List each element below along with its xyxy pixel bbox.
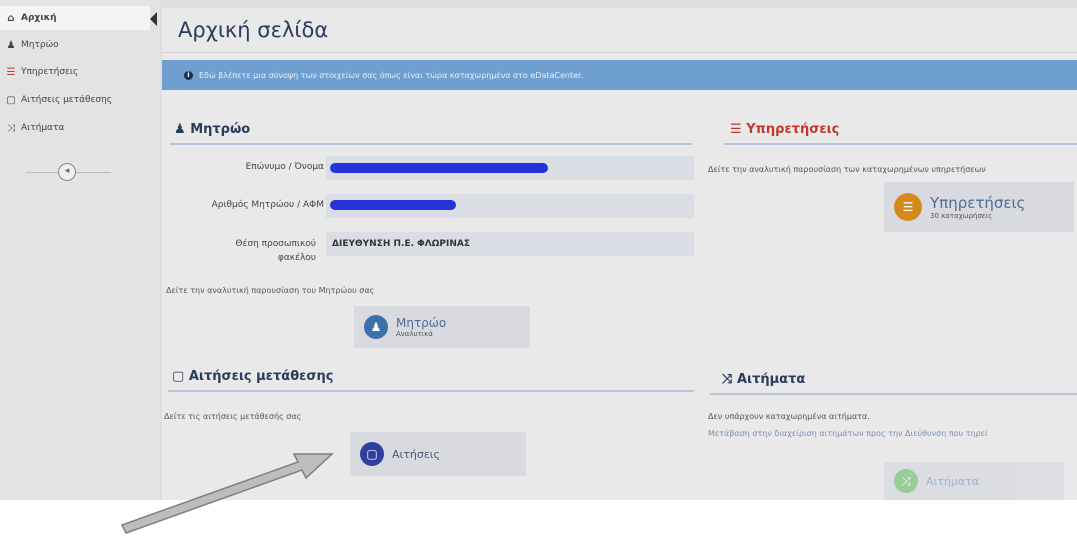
shuffle-icon: ⤨ — [722, 372, 733, 387]
requests-manage-link[interactable]: Μετάβαση στην διαχείριση αιτημάτων προς … — [708, 429, 1077, 438]
list-icon: ☰ — [730, 122, 742, 137]
divider — [168, 390, 694, 392]
divider — [170, 143, 692, 145]
divider — [724, 143, 1077, 145]
services-details-button[interactable]: ☰ Υπηρετήσεις 30 καταχωρήσεις — [884, 182, 1074, 232]
redaction-mark — [330, 200, 456, 210]
file-icon: ▢ — [172, 369, 185, 384]
sidebar-item-label: Αρχική — [21, 13, 57, 23]
sidebar-item-label: Υπηρετήσεις — [21, 67, 79, 77]
tile-label: Μητρώο — [396, 316, 447, 330]
home-icon: ⌂ — [7, 12, 15, 24]
sidebar-item-requests[interactable]: ⤨ Αιτήματα — [0, 116, 150, 140]
services-description: Δείτε την αναλυτική παρουσίαση των καταχ… — [708, 165, 986, 174]
requests-title-text: Αιτήματα — [736, 372, 806, 387]
user-icon: ♟ — [364, 315, 388, 339]
tile-label: Αιτήματα — [926, 474, 979, 488]
info-alert: i Εδώ βλέπετε μια σύνοψη των στοιχείων σ… — [162, 60, 1077, 90]
transfers-applications-button[interactable]: ▢ Αιτήσεις — [350, 432, 526, 476]
user-icon: ♟ — [174, 122, 186, 137]
sidebar-item-home[interactable]: ⌂ Αρχική — [0, 6, 150, 30]
tile-sublabel: 30 καταχωρήσεις — [930, 212, 993, 220]
page-title: Αρχική σελίδα — [178, 18, 329, 42]
registry-details-button[interactable]: ♟ Μητρώο Αναλυτικά — [354, 306, 530, 348]
sidebar-item-registry[interactable]: ♟ Μητρώο — [0, 33, 150, 57]
sidebar-item-label: Αιτήσεις μετάθεσης — [21, 95, 113, 105]
divider — [162, 52, 1077, 53]
redaction-mark — [330, 163, 548, 173]
services-title-text: Υπηρετήσεις — [746, 122, 840, 137]
screen: ⌂ Αρχική ♟ Μητρώο ☰ Υπηρετήσεις ▢ Αιτήσε… — [0, 0, 1077, 500]
transfers-description: Δείτε τις αιτήσεις μετάθεσής σας — [164, 412, 302, 421]
field-label: Θέση προσωπικού φακέλου — [235, 239, 316, 263]
file-icon: ▢ — [6, 94, 16, 106]
services-panel-title: ☰ Υπηρετήσεις — [730, 122, 839, 137]
tile-label: Αιτήσεις — [392, 447, 440, 461]
info-icon: i — [184, 70, 193, 80]
list-icon: ☰ — [6, 66, 16, 78]
sidebar-item-transfers[interactable]: ▢ Αιτήσεις μετάθεσης — [0, 88, 150, 112]
list-icon: ☰ — [894, 193, 922, 221]
tile-label: Υπηρετήσεις — [930, 194, 1026, 212]
main-content: Αρχική σελίδα i Εδώ βλέπετε μια σύνοψη τ… — [162, 8, 1077, 500]
requests-button[interactable]: ⤨ Αιτήματα — [884, 462, 1064, 500]
sidebar-item-services[interactable]: ☰ Υπηρετήσεις — [0, 60, 150, 84]
transfers-title-text: Αιτήσεις μετάθεσης — [188, 369, 334, 384]
registry-panel-title: ♟ Μητρώο — [174, 122, 250, 137]
sidebar-toggle-icon[interactable]: ◂ — [58, 163, 76, 181]
registry-description: Δείτε την αναλυτική παρουσίαση του Μητρώ… — [166, 286, 375, 295]
requests-empty-text: Δεν υπάρχουν καταχωρημένα αιτήματα. — [708, 412, 870, 421]
registry-title-text: Μητρώο — [190, 122, 251, 137]
tile-sublabel: Αναλυτικά — [396, 330, 433, 338]
divider — [710, 393, 1077, 395]
transfers-panel-title: ▢ Αιτήσεις μετάθεσης — [172, 369, 333, 384]
file-icon: ▢ — [360, 442, 384, 466]
info-text: Εδώ βλέπετε μια σύνοψη των στοιχείων σας… — [199, 70, 584, 80]
shuffle-icon: ⤨ — [894, 469, 918, 493]
sidebar-item-label: Μητρώο — [21, 40, 59, 50]
sidebar: ⌂ Αρχική ♟ Μητρώο ☰ Υπηρετήσεις ▢ Αιτήσε… — [0, 0, 160, 500]
requests-panel-title: ⤨ Αιτήματα — [722, 372, 805, 387]
field-label: Επώνυμο / Όνομα — [245, 162, 324, 172]
field-label: Αριθμός Μητρώου / ΑΦΜ — [211, 200, 324, 210]
sidebar-item-label: Αιτήματα — [21, 123, 65, 133]
user-icon: ♟ — [6, 39, 16, 51]
field-value: ΔΙΕΥΘΥΝΣΗ Π.Ε. ΦΛΩΡΙΝΑΣ — [332, 239, 471, 249]
shuffle-icon: ⤨ — [7, 122, 15, 134]
collapse-sidebar-button[interactable] — [148, 10, 158, 28]
